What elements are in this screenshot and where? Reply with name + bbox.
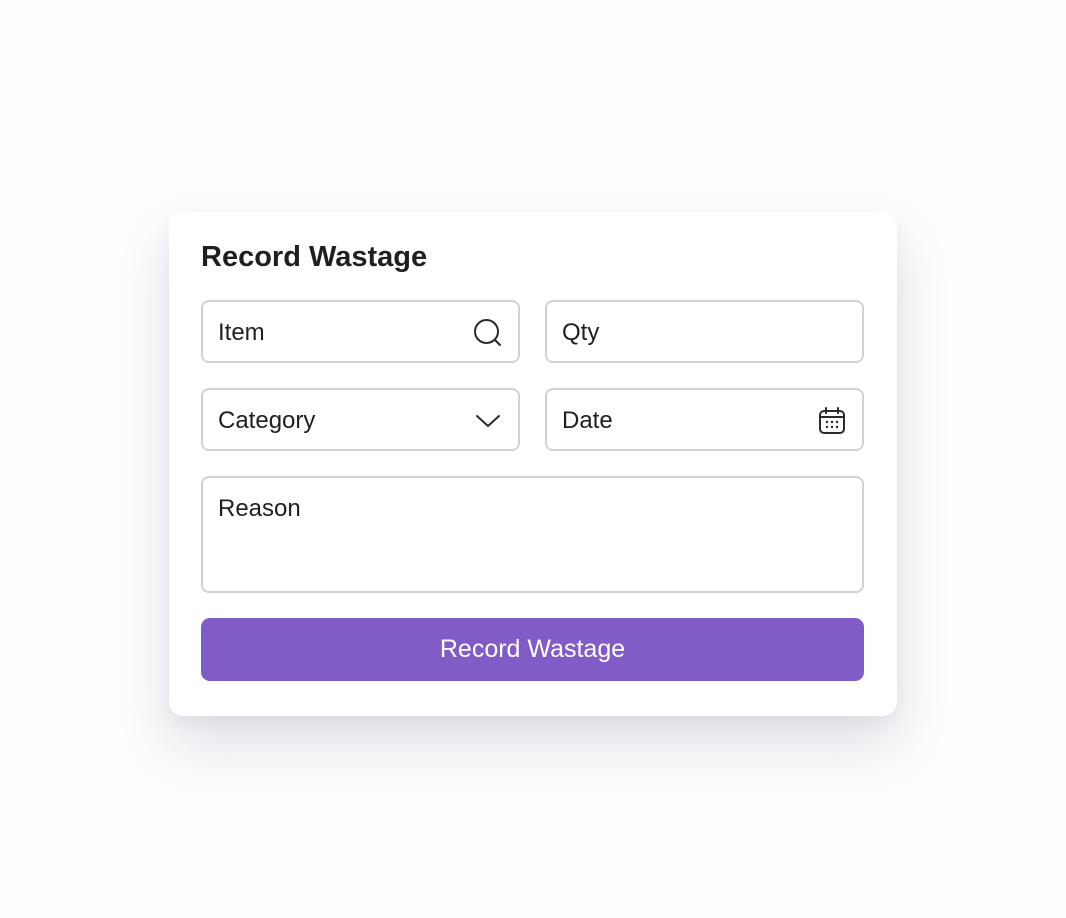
item-search-field[interactable]: Item	[201, 300, 520, 363]
date-field-placeholder: Date	[562, 407, 613, 434]
search-icon[interactable]	[473, 318, 503, 348]
form-title: Record Wastage	[201, 241, 428, 273]
date-field[interactable]: Date	[545, 388, 864, 451]
record-wastage-card: Record Wastage Item Qty Category Date Re…	[169, 212, 897, 716]
reason-textarea[interactable]: Reason	[201, 476, 864, 593]
record-wastage-button[interactable]: Record Wastage	[201, 618, 864, 681]
calendar-icon[interactable]	[817, 406, 847, 436]
category-select-placeholder: Category	[218, 407, 316, 434]
reason-textarea-placeholder: Reason	[218, 495, 301, 522]
form-row-item-qty: Item Qty	[201, 300, 865, 363]
qty-field[interactable]: Qty	[545, 300, 864, 363]
qty-field-placeholder: Qty	[562, 319, 600, 346]
category-select[interactable]: Category	[201, 388, 520, 451]
item-field-placeholder: Item	[218, 319, 265, 346]
chevron-down-icon[interactable]	[473, 406, 503, 436]
form-row-category-date: Category Date	[201, 388, 865, 451]
